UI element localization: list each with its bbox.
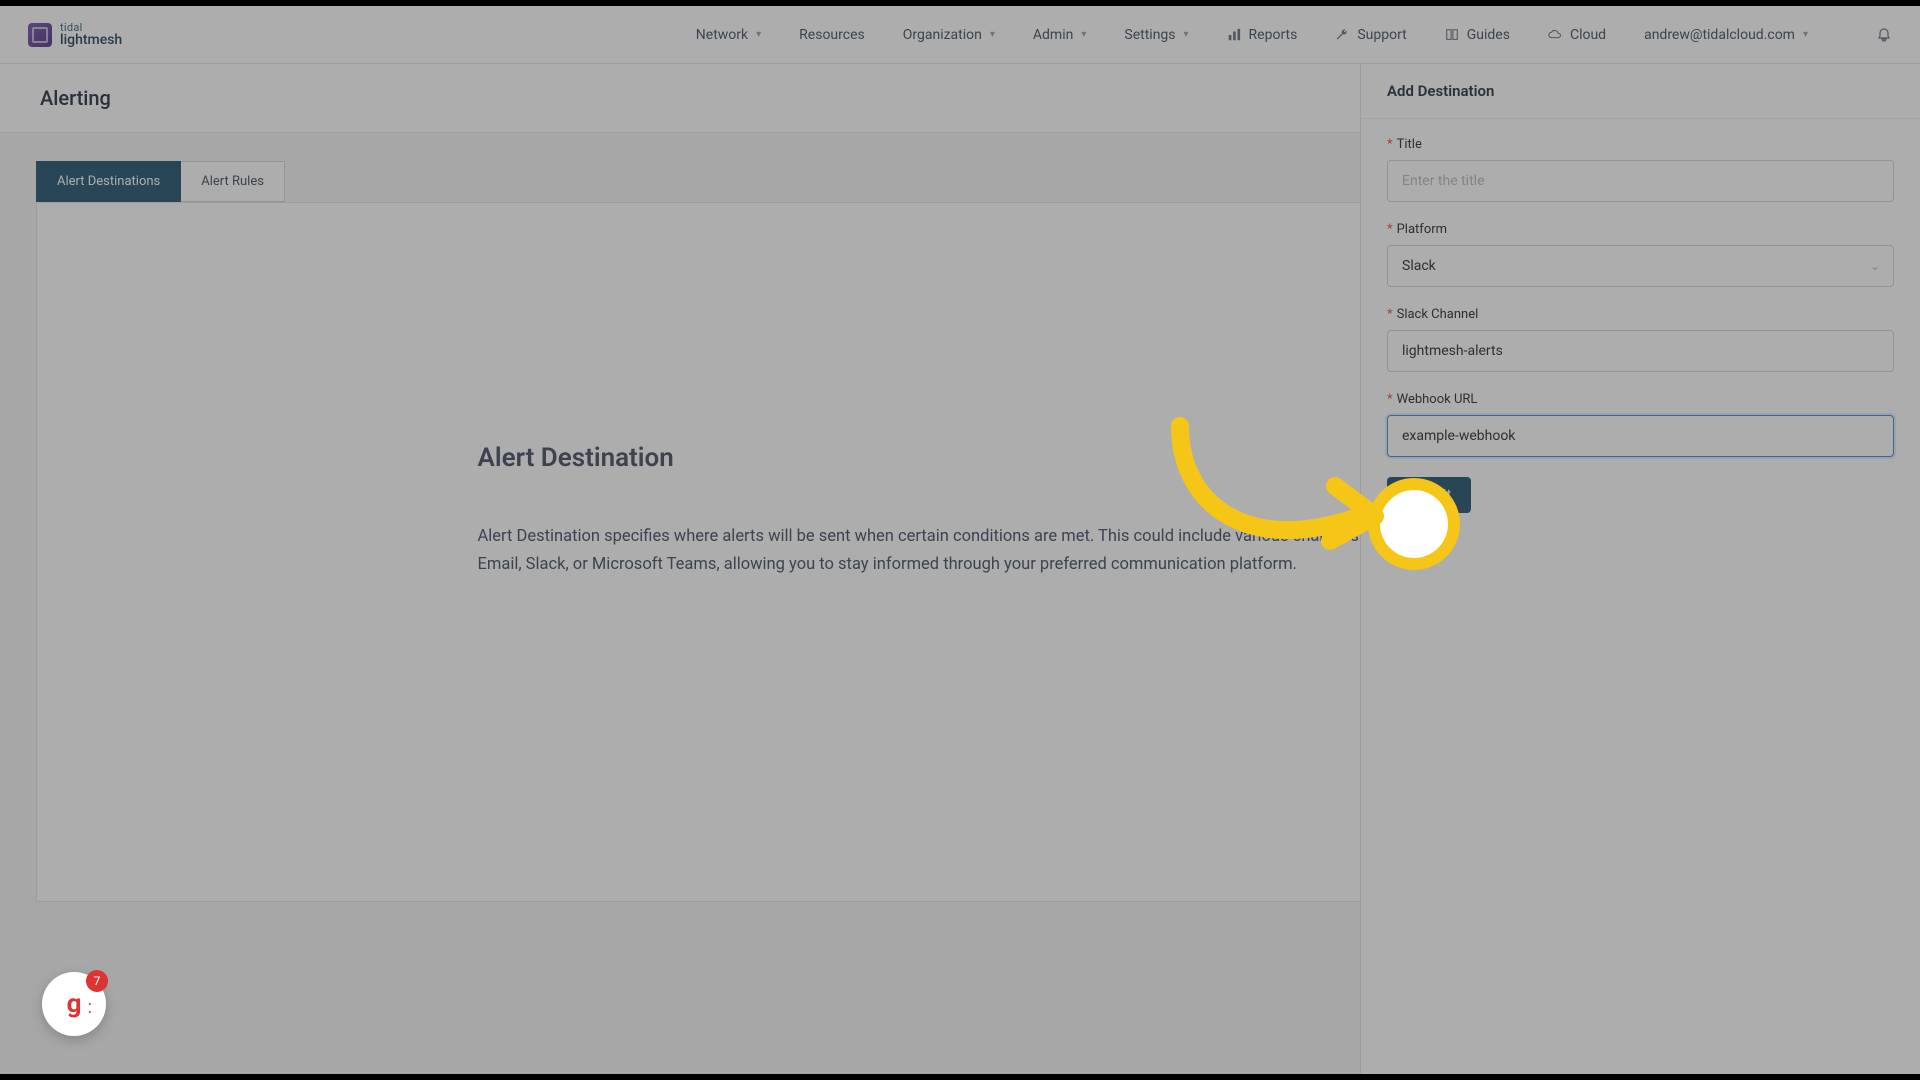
panel-title: Alert Destination <box>478 443 1443 473</box>
field-title: * Title <box>1387 137 1894 202</box>
nav-guides[interactable]: Guides <box>1445 27 1510 43</box>
field-platform: * Platform ⌄ <box>1387 222 1894 287</box>
nav-user-menu[interactable]: andrew@tidalcloud.com ▾ <box>1644 27 1808 43</box>
title-label: * Title <box>1387 137 1894 152</box>
chevron-down-icon: ▾ <box>990 29 995 40</box>
nav-resources-label: Resources <box>799 27 865 43</box>
required-asterisk: * <box>1387 137 1393 152</box>
slack-channel-label: * Slack Channel <box>1387 307 1894 322</box>
nav-reports-label: Reports <box>1249 27 1298 43</box>
chevron-down-icon: ▾ <box>756 29 761 40</box>
logo-text: tidal lightmesh <box>60 22 122 47</box>
bell-icon <box>1876 27 1892 43</box>
badge-count: 7 <box>86 970 108 992</box>
submit-button[interactable]: Submit <box>1387 477 1471 513</box>
destination-form: * Title * Platform ⌄ * Slack Channel <box>1361 119 1920 531</box>
drawer-header: Add Destination <box>1361 64 1920 119</box>
nav-organization-label: Organization <box>903 27 982 43</box>
chart-icon <box>1227 28 1241 42</box>
nav-cloud-label: Cloud <box>1570 27 1606 43</box>
brand-line2: lightmesh <box>60 33 122 47</box>
nav-menu: Network ▾ Resources Organization ▾ Admin… <box>696 27 1892 43</box>
webhook-label: * Webhook URL <box>1387 392 1894 407</box>
nav-admin[interactable]: Admin ▾ <box>1033 27 1086 43</box>
platform-select-value[interactable] <box>1387 245 1894 287</box>
required-asterisk: * <box>1387 392 1393 407</box>
book-icon <box>1445 28 1459 42</box>
nav-user-email: andrew@tidalcloud.com <box>1644 27 1795 43</box>
field-webhook-url: * Webhook URL <box>1387 392 1894 457</box>
badge-letter: g <box>67 989 82 1019</box>
nav-support-label: Support <box>1357 27 1406 43</box>
app-screen: tidal lightmesh Network ▾ Resources Orga… <box>0 6 1920 1074</box>
nav-admin-label: Admin <box>1033 27 1073 43</box>
nav-support[interactable]: Support <box>1335 27 1406 43</box>
nav-cloud[interactable]: Cloud <box>1548 27 1606 43</box>
logo-icon <box>28 23 52 47</box>
top-nav-bar: tidal lightmesh Network ▾ Resources Orga… <box>0 6 1920 64</box>
platform-label-text: Platform <box>1397 222 1447 237</box>
nav-network[interactable]: Network ▾ <box>696 27 761 43</box>
chevron-down-icon: ▾ <box>1184 29 1189 40</box>
brand-logo[interactable]: tidal lightmesh <box>28 22 122 47</box>
panel-description: Alert Destination specifies where alerts… <box>478 523 1443 579</box>
chevron-down-icon: ▾ <box>1081 29 1086 40</box>
tab-alert-destinations[interactable]: Alert Destinations <box>36 161 181 202</box>
notifications-bell[interactable] <box>1876 27 1892 43</box>
cloud-icon <box>1548 28 1562 42</box>
nav-reports[interactable]: Reports <box>1227 27 1298 43</box>
nav-network-label: Network <box>696 27 748 43</box>
platform-label: * Platform <box>1387 222 1894 237</box>
floating-help-badge[interactable]: g : 7 <box>42 972 106 1036</box>
nav-settings-label: Settings <box>1124 27 1175 43</box>
nav-settings[interactable]: Settings ▾ <box>1124 27 1188 43</box>
wrench-icon <box>1335 28 1349 42</box>
required-asterisk: * <box>1387 307 1393 322</box>
platform-select[interactable]: ⌄ <box>1387 245 1894 287</box>
webhook-label-text: Webhook URL <box>1397 392 1478 407</box>
slack-channel-input[interactable] <box>1387 330 1894 372</box>
add-destination-drawer: Add Destination * Title * Platform ⌄ <box>1360 64 1920 1074</box>
tab-alert-rules[interactable]: Alert Rules <box>181 161 285 202</box>
required-asterisk: * <box>1387 222 1393 237</box>
field-slack-channel: * Slack Channel <box>1387 307 1894 372</box>
title-input[interactable] <box>1387 160 1894 202</box>
chevron-down-icon: ▾ <box>1803 29 1808 40</box>
nav-resources[interactable]: Resources <box>799 27 865 43</box>
title-label-text: Title <box>1397 137 1422 152</box>
webhook-url-input[interactable] <box>1387 415 1894 457</box>
badge-dots-icon: : <box>88 997 92 1018</box>
nav-guides-label: Guides <box>1467 27 1510 43</box>
slack-channel-label-text: Slack Channel <box>1397 307 1479 322</box>
nav-organization[interactable]: Organization ▾ <box>903 27 995 43</box>
